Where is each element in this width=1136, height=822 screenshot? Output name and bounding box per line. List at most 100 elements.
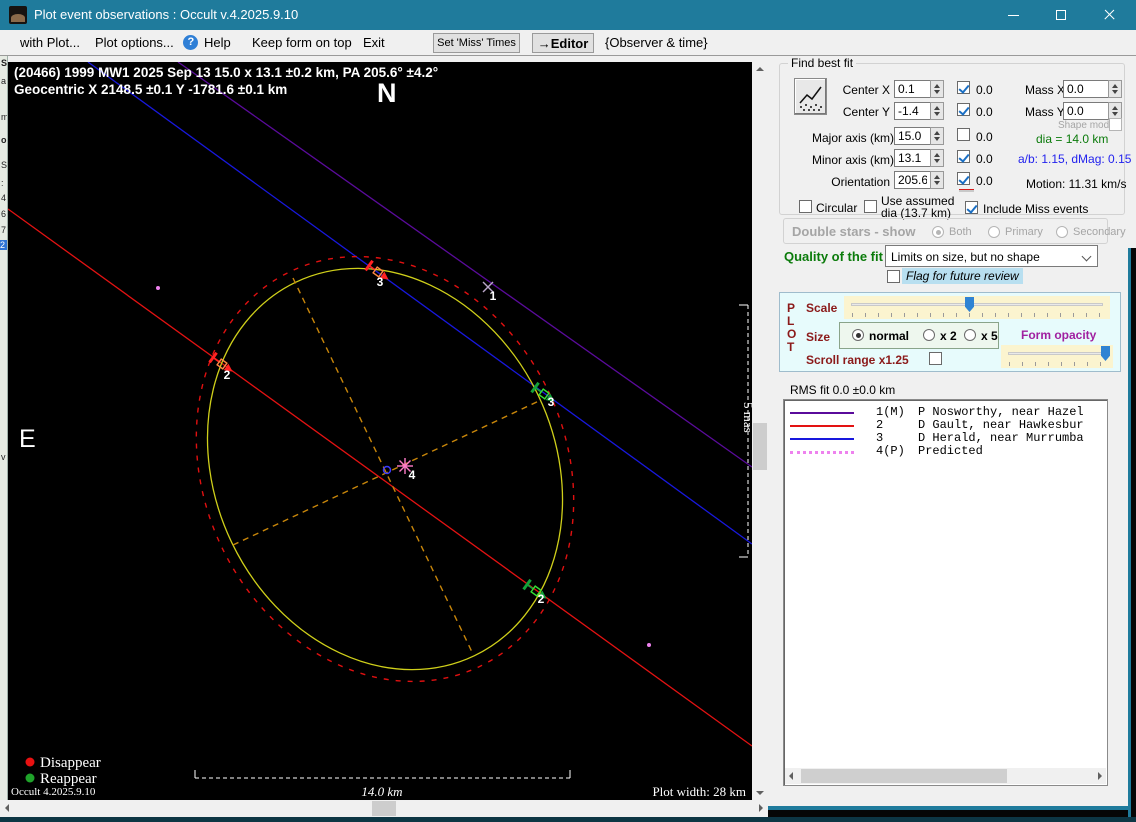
major-axis-input[interactable] bbox=[894, 127, 931, 145]
chord2-desc: D Gault, near Hawkesbur bbox=[918, 418, 1084, 432]
orientation-stepper[interactable] bbox=[930, 171, 944, 189]
scroll-down-icon[interactable] bbox=[756, 791, 764, 795]
center-x-label: Center X bbox=[820, 83, 890, 97]
plot-letter-l: L bbox=[787, 314, 794, 328]
plot-letter-p: P bbox=[787, 301, 795, 315]
version-label: Occult 4.2025.9.10 bbox=[11, 786, 96, 798]
size-x5-radio[interactable] bbox=[964, 329, 976, 341]
mass-x-input[interactable] bbox=[1063, 80, 1109, 98]
editor-button[interactable]: →Editor bbox=[532, 33, 594, 53]
menu-plot-options[interactable]: Plot options... bbox=[95, 35, 174, 50]
double-stars-primary-radio[interactable] bbox=[988, 226, 1000, 238]
mass-x-stepper[interactable] bbox=[1108, 80, 1122, 98]
quality-of-fit-dropdown[interactable]: Limits on size, but no shape bbox=[885, 245, 1098, 267]
scroll-up-icon[interactable] bbox=[756, 67, 764, 71]
major-axis-fit-checkbox[interactable] bbox=[957, 128, 970, 141]
center-y-input[interactable] bbox=[894, 102, 931, 120]
double-stars-title: Double stars - show bbox=[792, 224, 916, 239]
legend-reappear-label: Reappear bbox=[40, 771, 97, 787]
diameter-label: dia = 14.0 km bbox=[1036, 132, 1108, 146]
scale-slider-thumb[interactable] bbox=[965, 297, 974, 312]
desktop-background bbox=[1131, 248, 1136, 822]
size-normal-radio[interactable] bbox=[852, 329, 864, 341]
help-icon[interactable] bbox=[183, 35, 198, 50]
minimize-button[interactable] bbox=[990, 0, 1036, 30]
angular-scale-label: 5 mas bbox=[741, 402, 752, 433]
occultation-plot: 3 2 3 2 1 4 (20466) 1999 MW1 2025 Sep 13… bbox=[8, 62, 752, 800]
plot-controls-panel: P L O T Scale Size normal x 2 x 5 Form o… bbox=[779, 292, 1121, 372]
plot-vertical-scrollbar[interactable] bbox=[752, 62, 768, 800]
vertical-scroll-thumb[interactable] bbox=[753, 423, 767, 470]
menu-exit[interactable]: Exit bbox=[363, 35, 385, 50]
observer-time-label: {Observer & time} bbox=[605, 35, 708, 50]
form-opacity-slider-thumb[interactable] bbox=[1101, 346, 1110, 361]
size-x2-label: x 2 bbox=[940, 329, 957, 343]
minor-axis-input[interactable] bbox=[894, 149, 931, 167]
chord1-line-nosworthy bbox=[178, 62, 752, 467]
flag-review-checkbox[interactable] bbox=[887, 270, 900, 283]
major-axis-label: Major axis (km) bbox=[812, 131, 890, 145]
chord1-id: 1(M) bbox=[876, 405, 905, 419]
chord1-desc: P Nosworthy, near Hazel bbox=[918, 405, 1084, 419]
menu-keep-on-top[interactable]: Keep form on top bbox=[252, 35, 352, 50]
menu-with-plot[interactable]: with Plot... bbox=[20, 35, 80, 50]
chord2-disappear-label: 2 bbox=[224, 368, 231, 382]
scroll-range-checkbox[interactable] bbox=[929, 352, 942, 365]
axis-ratio-label: a/b: 1.15, dMag: 0.15 bbox=[1018, 152, 1131, 166]
chevron-down-icon bbox=[1082, 252, 1092, 262]
include-miss-events-checkbox[interactable] bbox=[965, 201, 978, 214]
use-assumed-dia-checkbox[interactable] bbox=[864, 200, 877, 213]
scroll-range-label: Scroll range x1.25 bbox=[806, 353, 909, 367]
double-stars-primary-label: Primary bbox=[1005, 226, 1043, 238]
plot-horizontal-scrollbar[interactable] bbox=[0, 800, 768, 817]
circular-checkbox[interactable] bbox=[799, 200, 812, 213]
double-stars-both-radio[interactable] bbox=[932, 226, 944, 238]
orientation-label: Orientation bbox=[812, 175, 890, 189]
legend-horizontal-scrollbar[interactable] bbox=[785, 768, 1106, 784]
legend-scroll-thumb[interactable] bbox=[801, 769, 1007, 783]
scroll-right-icon[interactable] bbox=[1098, 772, 1102, 780]
center-y-stepper[interactable] bbox=[930, 102, 944, 120]
scroll-left-icon[interactable] bbox=[5, 804, 9, 812]
double-stars-both-label: Both bbox=[949, 226, 972, 238]
scroll-left-icon[interactable] bbox=[789, 772, 793, 780]
motion-label: Motion: 11.31 km/s bbox=[1026, 177, 1127, 191]
scroll-right-icon[interactable] bbox=[759, 804, 763, 812]
circular-label: Circular bbox=[816, 201, 857, 215]
orientation-input[interactable] bbox=[894, 171, 931, 189]
shape-model-checkbox[interactable] bbox=[1109, 118, 1122, 131]
menu-help[interactable]: Help bbox=[204, 35, 231, 50]
scale-slider[interactable] bbox=[844, 296, 1110, 319]
minor-axis-stepper[interactable] bbox=[930, 149, 944, 167]
orientation-highlight-mark bbox=[959, 189, 974, 192]
predicted-dot bbox=[156, 286, 160, 290]
size-x2-radio[interactable] bbox=[923, 329, 935, 341]
major-axis-line bbox=[293, 278, 472, 652]
minor-axis-fit-checkbox[interactable] bbox=[957, 150, 970, 163]
compass-north-label: N bbox=[377, 78, 397, 108]
center-x-stepper[interactable] bbox=[930, 80, 944, 98]
maximize-button[interactable] bbox=[1038, 0, 1084, 30]
chord1-label: 1 bbox=[490, 289, 497, 303]
set-miss-times-button[interactable]: Set 'Miss' Times bbox=[433, 33, 520, 53]
center-y-fit-checkbox[interactable] bbox=[957, 103, 970, 116]
rms-fit-label: RMS fit 0.0 ±0.0 km bbox=[790, 383, 895, 397]
center-y-label: Center Y bbox=[820, 105, 890, 119]
center-x-fit-checkbox[interactable] bbox=[957, 81, 970, 94]
plot-width-label: Plot width: 28 km bbox=[652, 784, 746, 799]
close-button[interactable] bbox=[1086, 0, 1132, 30]
horizontal-scroll-thumb[interactable] bbox=[372, 801, 396, 816]
orientation-fit-checkbox[interactable] bbox=[957, 172, 970, 185]
double-stars-secondary-radio[interactable] bbox=[1056, 226, 1068, 238]
disappear-dot-icon bbox=[26, 758, 35, 767]
center-x-input[interactable] bbox=[894, 80, 931, 98]
plot-canvas[interactable]: 3 2 3 2 1 4 (20466) 1999 MW1 2025 Sep 13… bbox=[8, 62, 752, 800]
major-axis-stepper[interactable] bbox=[930, 127, 944, 145]
chord4-id: 4(P) bbox=[876, 444, 905, 458]
orientation-sigma: 0.0 bbox=[976, 174, 993, 188]
mass-y-input[interactable] bbox=[1063, 102, 1109, 120]
chord-legend-listbox[interactable]: 1(M) P Nosworthy, near Hazel 2 D Gault, … bbox=[783, 399, 1108, 786]
size-x5-label: x 5 bbox=[981, 329, 998, 343]
chord1-line-sample bbox=[790, 412, 854, 414]
form-opacity-slider[interactable] bbox=[1001, 345, 1113, 368]
